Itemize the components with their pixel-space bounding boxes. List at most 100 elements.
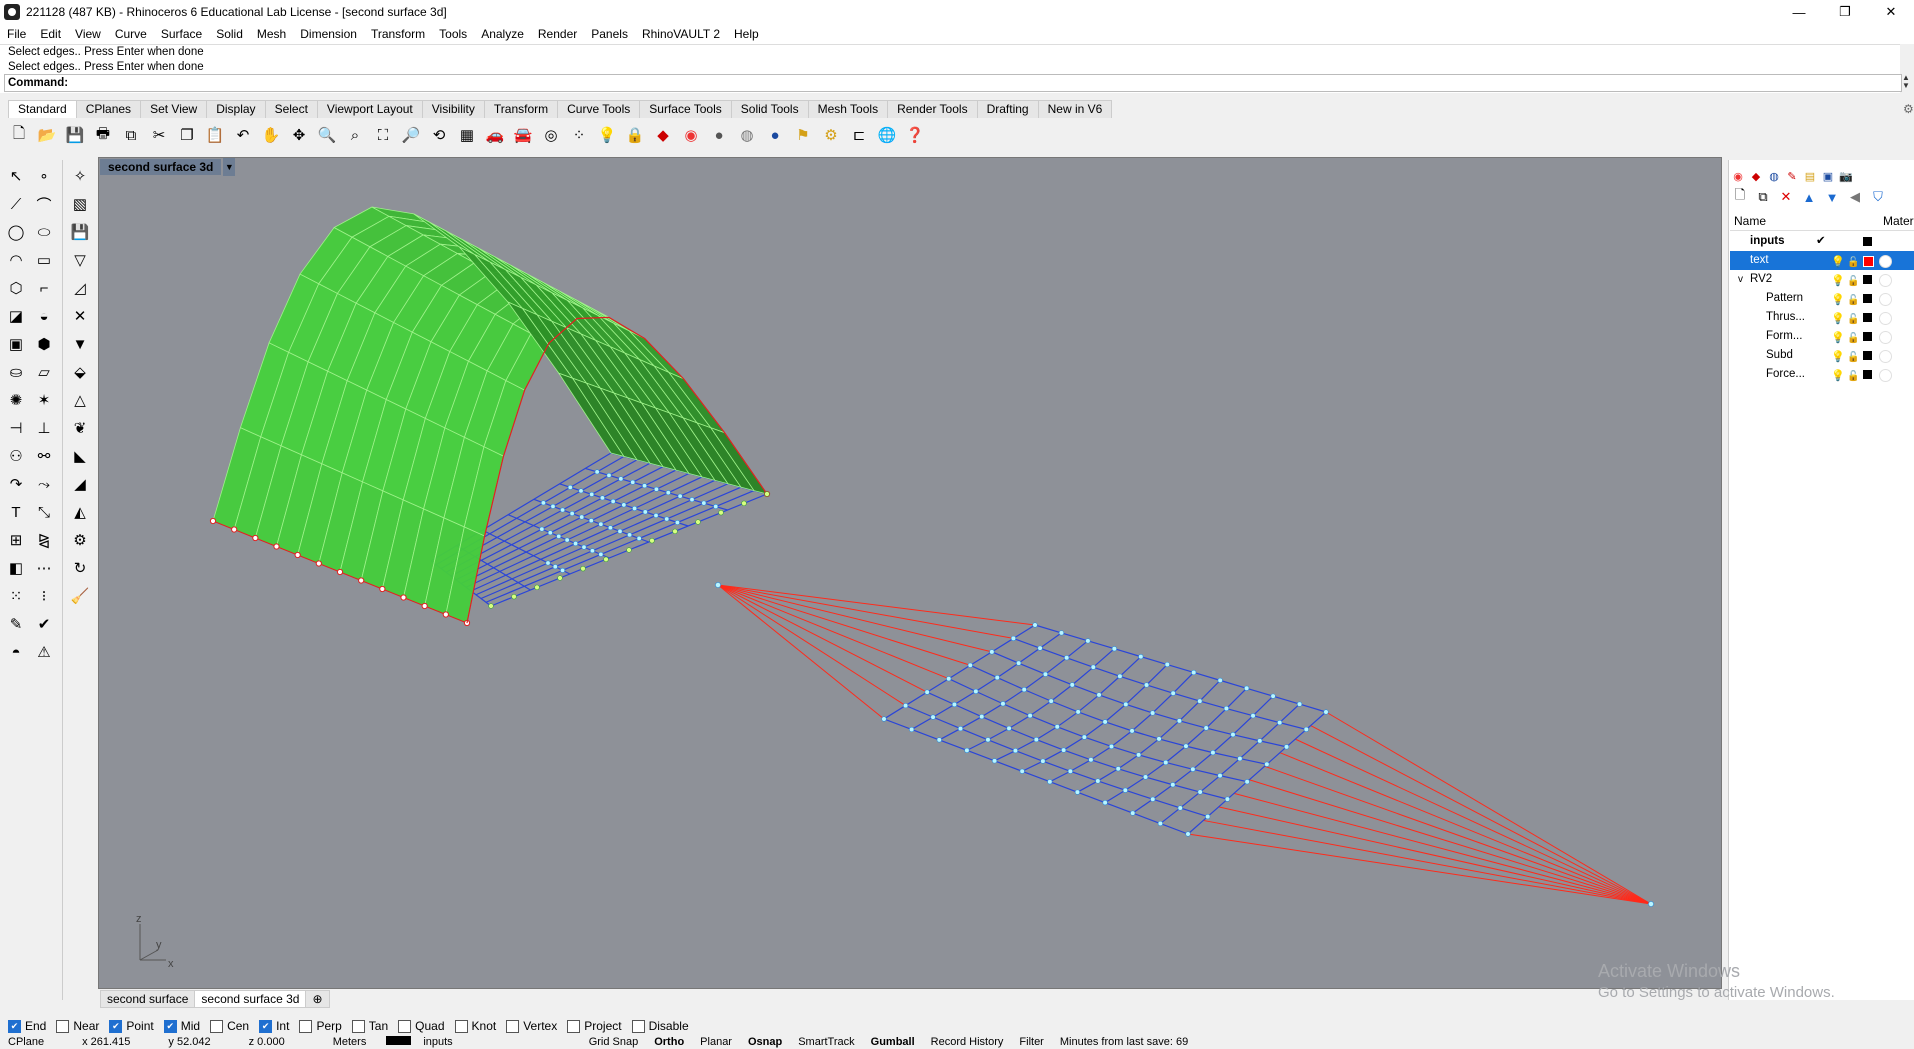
support-vertex[interactable] [231, 526, 238, 533]
tab-standard[interactable]: Standard [8, 100, 77, 118]
planar-toggle[interactable]: Planar [692, 1036, 740, 1049]
pattern-vertex[interactable] [588, 518, 594, 524]
expand-chevron-icon[interactable]: v [1738, 270, 1743, 289]
force-vertex[interactable] [1000, 701, 1006, 707]
select-arrow-icon[interactable]: ↖ [4, 165, 28, 187]
rv2-funnel-icon[interactable]: ▽ [68, 249, 92, 271]
support-vertex[interactable] [252, 534, 259, 542]
force-vertex[interactable] [1021, 687, 1027, 693]
force-vertex[interactable] [1033, 736, 1039, 743]
rv2-vertical-icon[interactable]: ◢ [68, 473, 92, 495]
force-vertex[interactable] [946, 676, 952, 682]
layers-panel-icon[interactable]: ▤ [1802, 168, 1818, 184]
mesh-icon[interactable]: ▱ [32, 361, 56, 383]
materials-panel-icon[interactable]: ◆ [1748, 168, 1764, 184]
force-vertex[interactable] [1069, 682, 1075, 688]
layer-color-swatch[interactable] [1863, 256, 1874, 267]
thrust-line[interactable] [717, 584, 928, 693]
tab-mesh-tools[interactable]: Mesh Tools [807, 100, 889, 118]
ellipse-icon[interactable]: ⬭ [32, 221, 56, 243]
four-viewports-icon[interactable]: ▦ [456, 124, 478, 146]
tab-visibility[interactable]: Visibility [421, 100, 485, 118]
force-vertex[interactable] [1040, 758, 1046, 764]
force-edge[interactable] [966, 648, 1115, 751]
pattern-vertex[interactable] [579, 514, 585, 520]
thrust-line[interactable] [1279, 752, 1652, 905]
osnap-disable[interactable]: Disable [631, 1019, 689, 1033]
menu-transform[interactable]: Transform [364, 27, 432, 41]
camera-panel-icon[interactable]: 📷 [1838, 168, 1854, 184]
pattern-vertex[interactable] [674, 519, 680, 525]
rv2-thrust-icon[interactable]: ⬙ [68, 361, 92, 383]
pattern-vertex[interactable] [573, 541, 579, 547]
menu-edit[interactable]: Edit [33, 27, 68, 41]
save-icon[interactable]: 💾 [64, 124, 86, 146]
force-vertex[interactable] [1012, 748, 1019, 754]
force-vertex[interactable] [1142, 774, 1149, 780]
force-vertex[interactable] [1197, 789, 1203, 795]
osnap-tan[interactable]: Tan [351, 1019, 388, 1033]
force-vertex[interactable] [1010, 635, 1017, 642]
force-vertex[interactable] [1191, 669, 1197, 676]
support-vertex[interactable] [442, 611, 449, 618]
current-layer[interactable]: inputs [374, 1036, 468, 1049]
maximize-button[interactable]: ❐ [1822, 0, 1868, 24]
fan-apex-vertex[interactable] [715, 582, 721, 588]
copy-icon[interactable]: ❐ [176, 124, 198, 146]
checkbox-icon[interactable] [56, 1019, 70, 1033]
circle-icon[interactable]: ◯ [4, 221, 28, 243]
render-icon[interactable]: ◓ [4, 641, 28, 663]
force-vertex[interactable] [1183, 743, 1189, 749]
close-button[interactable]: ✕ [1868, 0, 1914, 24]
rv2-force-icon[interactable]: △ [68, 389, 92, 411]
analyze-icon[interactable]: ⋯ [32, 557, 56, 579]
force-vertex[interactable] [1217, 677, 1223, 683]
boundary-vertex[interactable] [718, 509, 724, 516]
pattern-vertex[interactable] [665, 490, 671, 496]
explode-icon[interactable]: ✶ [32, 389, 56, 411]
select-points-icon[interactable]: ⁘ [568, 124, 590, 146]
force-vertex[interactable] [1090, 664, 1096, 670]
pattern-vertex[interactable] [713, 504, 719, 510]
textures-panel-icon[interactable]: ✎ [1784, 168, 1800, 184]
collapse-icon[interactable]: ◀ [1845, 188, 1865, 206]
add-view-tab-button[interactable]: ⊕ [305, 990, 330, 1008]
force-vertex[interactable] [1122, 787, 1128, 793]
pattern-vertex[interactable] [589, 548, 595, 554]
menu-analyze[interactable]: Analyze [474, 27, 531, 41]
rv2-boundary-icon[interactable]: ✕ [68, 305, 92, 327]
rv2-pink-icon[interactable]: ◭ [68, 501, 92, 523]
menu-render[interactable]: Render [531, 27, 584, 41]
support-vertex[interactable] [315, 560, 322, 567]
force-vertex[interactable] [1185, 831, 1191, 837]
pattern-vertex[interactable] [677, 493, 683, 499]
pattern-vertex[interactable] [556, 533, 562, 539]
force-vertex[interactable] [1037, 645, 1043, 651]
group-icon[interactable]: ⚇ [4, 445, 28, 467]
menu-help[interactable]: Help [727, 27, 766, 41]
boundary-vertex[interactable] [511, 593, 517, 600]
force-vertex[interactable] [994, 674, 1000, 681]
units-label[interactable]: Meters [293, 1036, 375, 1049]
boundary-vertex[interactable] [534, 584, 540, 591]
command-scroll-arrows[interactable]: ▲ ▼ [1902, 74, 1912, 91]
gumball-toggle[interactable]: Gumball [863, 1036, 923, 1049]
force-vertex[interactable] [1138, 654, 1144, 660]
layer-row-subd[interactable]: Subd 💡 🔓 [1730, 346, 1914, 365]
force-vertex[interactable] [979, 714, 985, 720]
force-vertex[interactable] [1074, 789, 1081, 795]
new-sublayer-icon[interactable]: ⧉ [1753, 188, 1773, 206]
force-vertex[interactable] [1303, 726, 1309, 733]
layer-color-swatch[interactable] [1863, 351, 1872, 360]
tab-surface-tools[interactable]: Surface Tools [639, 100, 732, 118]
pattern-vertex[interactable] [653, 486, 659, 492]
thrust-line[interactable] [1203, 819, 1652, 905]
pattern-vertex[interactable] [607, 525, 613, 531]
layer-color-swatch[interactable] [1863, 294, 1872, 303]
rectangle-icon[interactable]: ▭ [32, 249, 56, 271]
pattern-vertex[interactable] [636, 535, 642, 541]
thrust-line[interactable] [1233, 792, 1652, 905]
column-name-header[interactable]: Name [1734, 214, 1766, 228]
control-points-icon[interactable]: ⁝ [32, 585, 56, 607]
pattern-vertex[interactable] [642, 509, 648, 515]
